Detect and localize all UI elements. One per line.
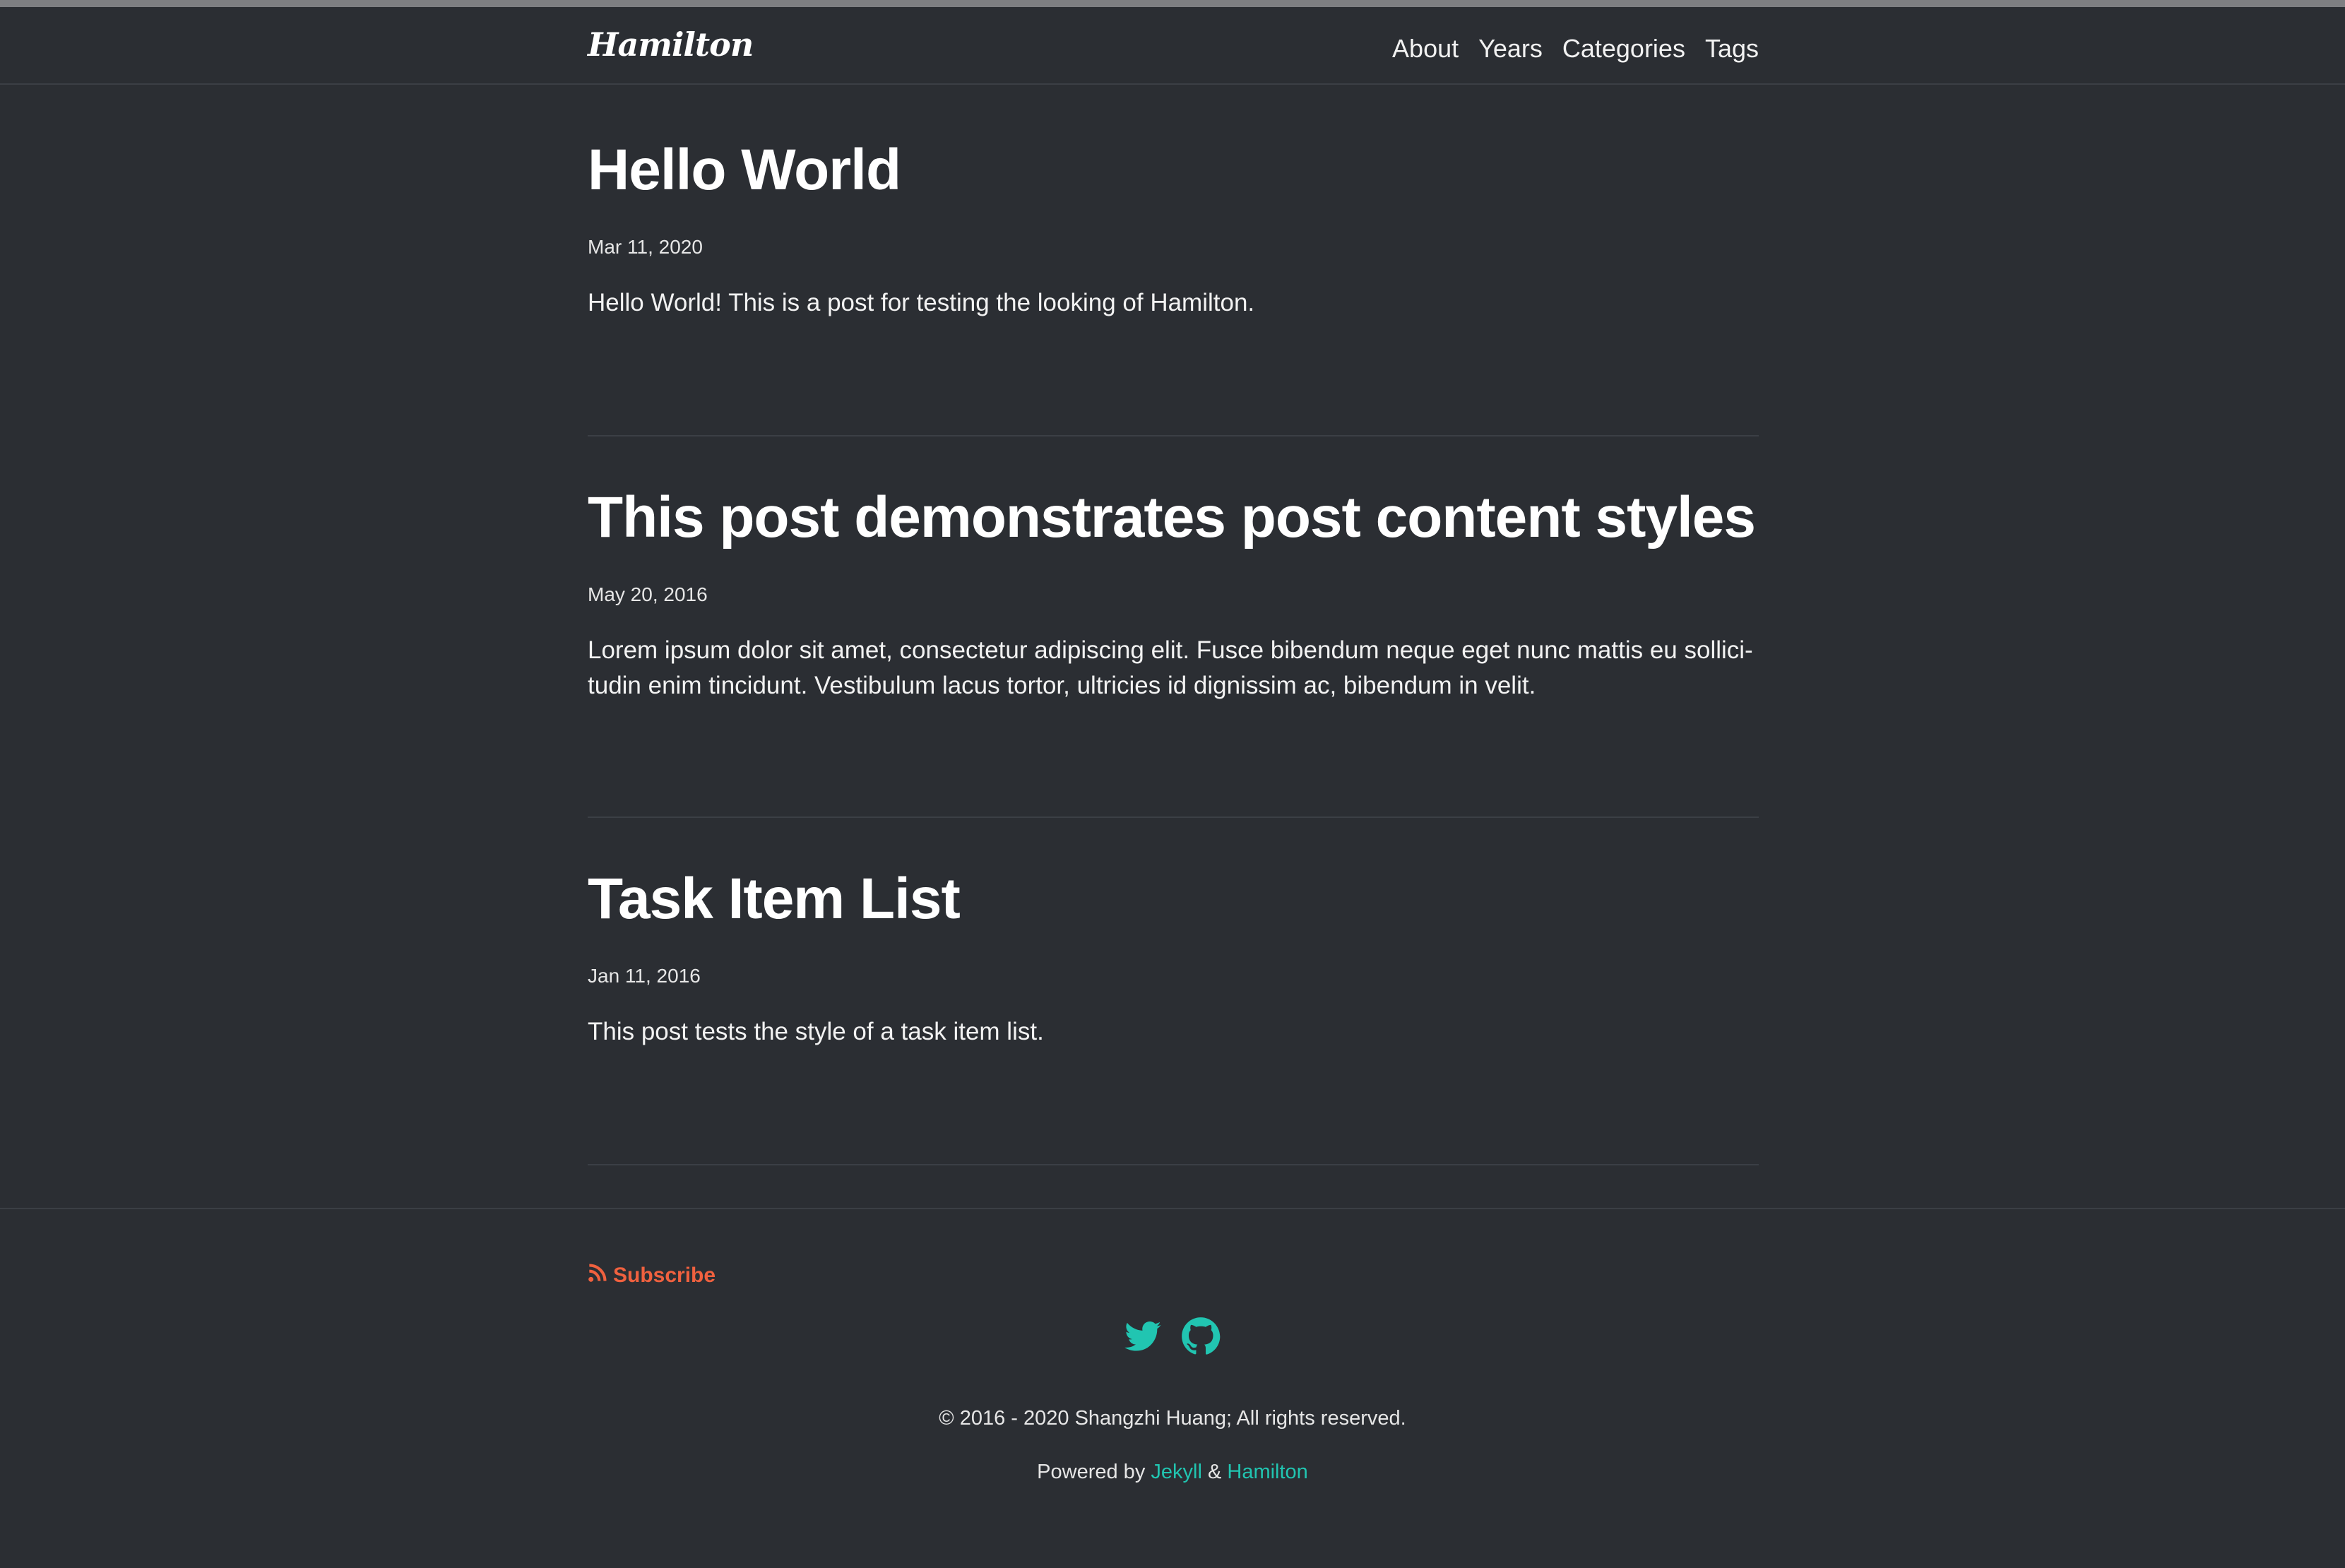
site-logo[interactable]: Hamilton: [588, 25, 754, 64]
post-item: Hello World Mar 11, 2020 Hello World! Th…: [588, 141, 1759, 436]
post-divider: [588, 1164, 1759, 1165]
powered-by-and: &: [1207, 1461, 1222, 1483]
nav-tags-link[interactable]: Tags: [1705, 34, 1759, 64]
copyright-text: © 2016 - 2020 Shangzhi Huang; All rights…: [939, 1407, 1406, 1430]
subscribe-link[interactable]: Subscribe: [588, 1263, 716, 1288]
nav-categories-link[interactable]: Categories: [1562, 34, 1685, 64]
powered-by-text: Powered by Jekyll & Hamilton: [0, 1461, 2345, 1484]
post-title-link[interactable]: Hello World: [588, 141, 1759, 199]
post-excerpt: Lorem ipsum dolor sit amet, consectetur …: [588, 633, 1759, 703]
post-date: May 20, 2016: [588, 583, 708, 605]
post-item: This post demonstrates post content styl…: [588, 489, 1759, 818]
post-excerpt: This post tests the style of a task item…: [588, 1018, 1044, 1045]
social-links: [1123, 1317, 1221, 1360]
post-date: Mar 11, 2020: [588, 236, 703, 258]
post-item: Task Item List Jan 11, 2016 This post te…: [588, 870, 1759, 1165]
post-excerpt-line: tudin enim tincidunt. Vestibulum lacus t…: [588, 672, 1536, 699]
post-excerpt: Hello World! This is a post for testing …: [588, 289, 1255, 316]
site-nav: About Years Categories Tags: [1392, 34, 1759, 64]
post-title-link[interactable]: This post demonstrates post content styl…: [588, 489, 1759, 547]
nav-about-link[interactable]: About: [1392, 34, 1459, 64]
post-excerpt-line: Lorem ipsum dolor sit amet, consectetur …: [588, 636, 1753, 664]
rss-icon: [588, 1263, 607, 1288]
powered-by-prefix: Powered by: [1037, 1461, 1146, 1483]
post-title-link[interactable]: Task Item List: [588, 870, 1759, 928]
site-footer: Subscribe © 2016 - 2020 Shangzhi Huang; …: [0, 1208, 2345, 1568]
top-accent-bar: [0, 0, 2345, 7]
twitter-icon[interactable]: [1123, 1317, 1163, 1360]
jekyll-link[interactable]: Jekyll: [1151, 1461, 1202, 1483]
subscribe-label: Subscribe: [613, 1264, 716, 1287]
post-divider: [588, 435, 1759, 436]
post-date: Jan 11, 2016: [588, 965, 701, 987]
nav-years-link[interactable]: Years: [1478, 34, 1543, 64]
post-list: Hello World Mar 11, 2020 Hello World! Th…: [0, 85, 2345, 1215]
github-icon[interactable]: [1181, 1317, 1221, 1360]
site-header: Hamilton About Years Categories Tags: [0, 7, 2345, 85]
post-divider: [588, 816, 1759, 818]
hamilton-link[interactable]: Hamilton: [1227, 1461, 1307, 1483]
